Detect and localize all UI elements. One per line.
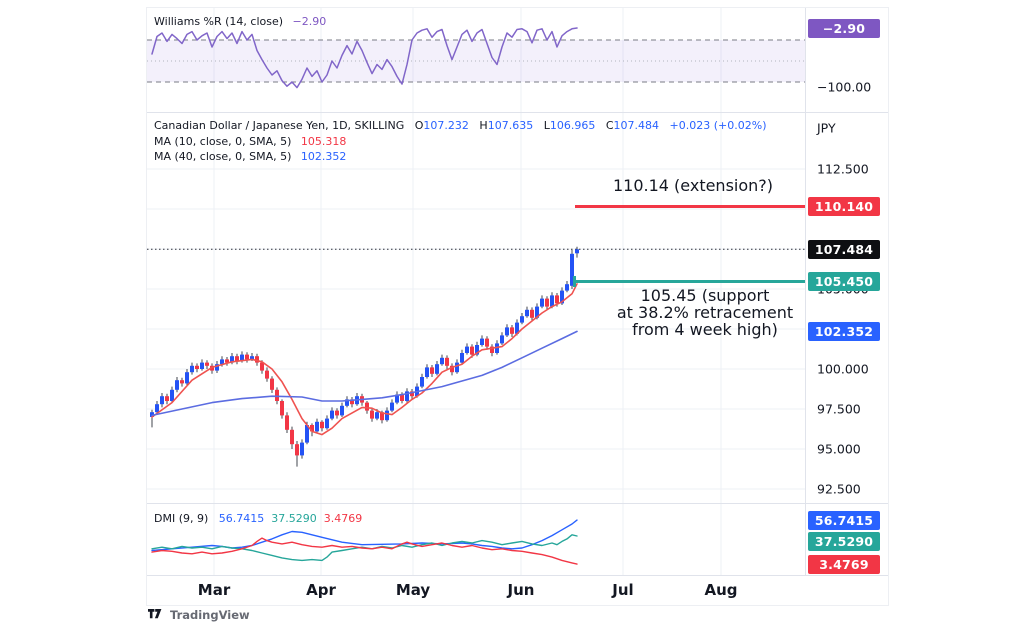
axis-label: −100.00: [817, 79, 872, 95]
axis-price-badge: 107.484: [808, 239, 880, 259]
symbol-legend[interactable]: Canadian Dollar / Japanese Yen, 1D, SKIL…: [154, 119, 766, 133]
high-label: H: [479, 119, 488, 132]
axis-price-badge: −2.90: [808, 18, 880, 38]
axis-price-badge: 56.7415: [808, 510, 880, 530]
dmi-values: 56.7415 37.5290 3.4769: [212, 512, 363, 525]
axis-label: JPY: [817, 120, 836, 136]
annotation-support-line3: from 4 week high): [632, 320, 778, 339]
annotation-extension-text[interactable]: 110.14 (extension?): [533, 177, 853, 194]
williams-r-legend-title: Williams %R (14, close): [154, 15, 284, 28]
dmi-value: 56.7415: [218, 512, 265, 525]
time-axis-month-label: Jul: [612, 581, 634, 599]
ma10-legend[interactable]: MA (10, close, 0, SMA, 5) 105.318: [154, 135, 346, 149]
time-axis-month-label: Apr: [306, 581, 336, 599]
high-value: 107.635: [487, 119, 534, 132]
support-line-start-cap[interactable]: [573, 276, 576, 288]
support-line-105-45[interactable]: [573, 280, 805, 284]
change-value: +0.023 (+0.02%): [669, 119, 767, 132]
axis-price-badge: 3.4769: [808, 554, 880, 574]
annotation-support-line2: at 38.2% retracement: [616, 303, 794, 322]
panel-separator[interactable]: [147, 112, 888, 113]
axis-price-badge: 37.5290: [808, 531, 880, 551]
page: Williams %R (14, close) −2.90 Canadian D…: [0, 0, 1011, 625]
annotation-support-text[interactable]: 105.45 (support at 38.2% retracement fro…: [545, 287, 865, 338]
tradingview-logo-text: TradingView: [170, 608, 250, 622]
axis-label: 92.500: [817, 481, 861, 497]
open-value: 107.232: [423, 119, 469, 132]
time-axis-month-label: May: [395, 581, 431, 599]
time-axis-month-label: Jun: [507, 581, 535, 599]
low-value: 106.965: [549, 119, 596, 132]
axis-label: 100.000: [817, 361, 869, 377]
close-value: 107.484: [613, 119, 660, 132]
tradingview-logo[interactable]: TradingView: [148, 608, 250, 622]
ma10-legend-title: MA (10, close, 0, SMA, 5): [154, 135, 292, 148]
dmi-value: 3.4769: [323, 512, 363, 525]
ma40-legend-title: MA (40, close, 0, SMA, 5): [154, 150, 292, 163]
axis-label: 97.500: [817, 401, 861, 417]
axis-label: 95.000: [817, 441, 861, 457]
symbol-title: Canadian Dollar / Japanese Yen, 1D, SKIL…: [154, 119, 405, 132]
panel-separator[interactable]: [147, 503, 888, 504]
williams-r-value: −2.90: [292, 15, 327, 28]
dmi-legend[interactable]: DMI (9, 9) 56.7415 37.5290 3.4769: [154, 512, 362, 526]
tradingview-mark-icon: [148, 609, 162, 619]
close-label: C: [605, 119, 614, 132]
dmi-value: 37.5290: [271, 512, 317, 525]
time-axis-month-label: Mar: [197, 581, 231, 599]
dmi-legend-title: DMI (9, 9): [154, 512, 209, 525]
ma40-legend[interactable]: MA (40, close, 0, SMA, 5) 102.352: [154, 150, 346, 164]
williams-r-legend[interactable]: Williams %R (14, close) −2.90: [154, 15, 326, 29]
axis-price-badge: 110.140: [808, 197, 880, 217]
panel-separator: [147, 575, 888, 576]
resistance-line-110-14[interactable]: [575, 205, 805, 209]
ma10-value: 105.318: [300, 135, 347, 148]
chart-container[interactable]: Williams %R (14, close) −2.90 Canadian D…: [146, 7, 889, 606]
annotation-support-line1: 105.45 (support: [640, 286, 770, 305]
axis-label: 112.500: [817, 161, 869, 177]
time-axis-month-label: Aug: [704, 581, 738, 599]
ma40-value: 102.352: [300, 150, 347, 163]
